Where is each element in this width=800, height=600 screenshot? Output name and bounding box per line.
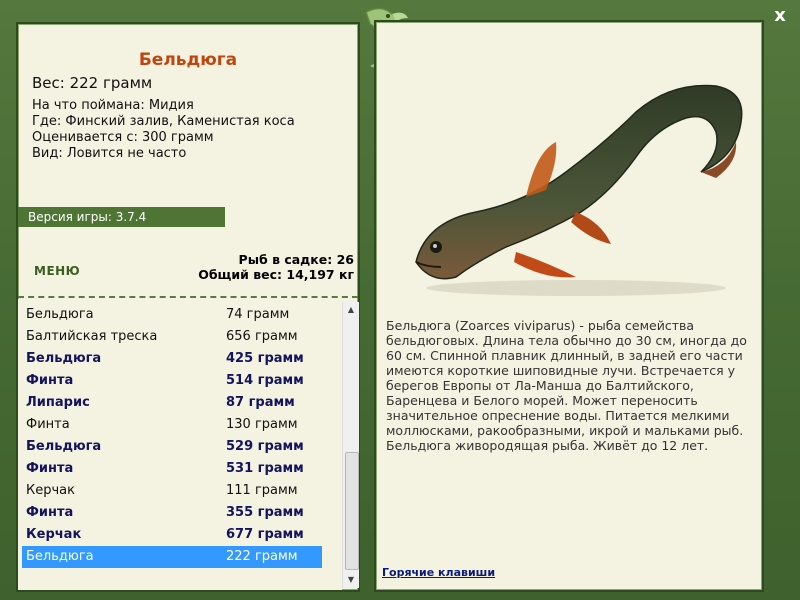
catch-fish-name: Финта xyxy=(26,373,74,388)
fish-title: Бельдюга xyxy=(138,50,238,70)
catch-fish-name: Финта xyxy=(26,505,74,520)
catch-list-item[interactable]: Финта 355 грамм xyxy=(22,502,322,524)
catch-fish-name: Бельдюга xyxy=(26,307,94,322)
catch-info-panel: Бельдюга Вес: 222 грамм На что поймана: … xyxy=(16,22,360,592)
catch-fish-weight: 355 грамм xyxy=(226,505,304,520)
catch-fish-weight: 74 грамм xyxy=(226,307,290,322)
fish-weight: Вес: 222 грамм xyxy=(32,74,153,92)
catch-list-item[interactable]: Липарис 87 грамм xyxy=(22,392,322,414)
catch-fish-weight: 529 грамм xyxy=(226,439,304,454)
version-label: Версия игры: 3.7.4 xyxy=(18,207,225,227)
divider xyxy=(18,296,358,298)
catch-fish-name: Финта xyxy=(26,461,74,476)
bait-text: На что поймана: Мидия xyxy=(32,98,194,113)
rarity-text: Вид: Ловится не часто xyxy=(32,146,187,161)
catch-fish-weight: 222 грамм xyxy=(226,549,298,564)
hotkeys-link[interactable]: Горячие клавиши xyxy=(382,566,495,579)
rated-text: Оценивается с: 300 грамм xyxy=(32,130,214,145)
catch-list-item[interactable]: Бельдюга 425 грамм xyxy=(22,348,322,370)
catch-fish-weight: 130 грамм xyxy=(226,417,298,432)
catch-list-item[interactable]: Финта 130 грамм xyxy=(22,414,322,436)
scroll-down-icon[interactable]: ▼ xyxy=(343,572,359,588)
catch-list-item[interactable]: Финта 514 грамм xyxy=(22,370,322,392)
catch-fish-weight: 514 грамм xyxy=(226,373,304,388)
catch-fish-weight: 87 грамм xyxy=(226,395,295,410)
catch-fish-weight: 677 грамм xyxy=(226,527,304,542)
cage-count: Рыб в садке: 26 xyxy=(238,252,354,267)
cage-total-weight: Общий вес: 14,197 кг xyxy=(198,267,354,282)
menu-button[interactable]: МЕНЮ xyxy=(34,264,80,278)
cage-summary: Рыб в садке: 26 Общий вес: 14,197 кг xyxy=(198,252,354,282)
catch-fish-name: Керчак xyxy=(26,527,82,542)
close-button[interactable]: x xyxy=(770,6,790,26)
scroll-thumb[interactable] xyxy=(345,452,359,570)
catch-list-scrollbar[interactable]: ▲ ▼ xyxy=(342,302,359,588)
fish-description: Бельдюга (Zoarces viviparus) - рыба семе… xyxy=(386,318,747,453)
catch-list-item[interactable]: Керчак 111 грамм xyxy=(22,480,322,502)
catch-list-item[interactable]: Финта 531 грамм xyxy=(22,458,322,480)
fish-description-panel: Бельдюга (Zoarces viviparus) - рыба семе… xyxy=(374,20,764,592)
catch-fish-weight: 531 грамм xyxy=(226,461,304,476)
fish-details: На что поймана: Мидия Где: Финский залив… xyxy=(32,98,295,162)
catch-list-item[interactable]: Бельдюга 74 грамм xyxy=(22,304,322,326)
eelpout-fish-image xyxy=(415,84,743,296)
catch-list-item[interactable]: Балтийская треска 656 грамм xyxy=(22,326,322,348)
catch-fish-name: Бельдюга xyxy=(26,439,102,454)
catch-fish-weight: 425 грамм xyxy=(226,351,304,366)
catch-fish-weight: 656 грамм xyxy=(226,329,298,344)
catch-fish-name: Бельдюга xyxy=(26,549,94,564)
catch-list-item[interactable]: Бельдюга 529 грамм xyxy=(22,436,322,458)
catch-list-item[interactable]: Бельдюга 222 грамм xyxy=(22,546,322,568)
catch-fish-name: Финта xyxy=(26,417,70,432)
catch-fish-name: Керчак xyxy=(26,483,75,498)
catch-fish-name: Бельдюга xyxy=(26,351,102,366)
scroll-up-icon[interactable]: ▲ xyxy=(343,302,359,318)
catch-list: Бельдюга 74 грамм Балтийская треска 656 гра… xyxy=(22,304,322,568)
catch-list-item[interactable]: Керчак 677 грамм xyxy=(22,524,322,546)
catch-fish-name: Балтийская треска xyxy=(26,329,158,344)
location-text: Где: Финский залив, Каменистая коса xyxy=(32,114,295,129)
catch-fish-weight: 111 грамм xyxy=(226,483,298,498)
catch-fish-name: Липарис xyxy=(26,395,90,410)
